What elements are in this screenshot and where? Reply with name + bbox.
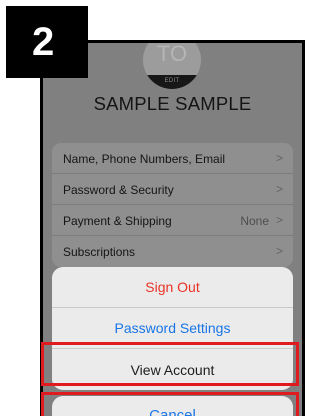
chevron-right-icon: > bbox=[275, 151, 283, 165]
chevron-right-icon: > bbox=[275, 182, 283, 196]
view-account-button[interactable]: View Account bbox=[52, 349, 293, 390]
row-label: Payment & Shipping bbox=[63, 214, 172, 228]
account-name: SAMPLE SAMPLE bbox=[93, 93, 252, 114]
avatar-edit-label[interactable]: EDIT bbox=[143, 75, 201, 89]
apple-id-screen: TO EDIT SAMPLE SAMPLE Name, Phone Number… bbox=[43, 43, 302, 416]
settings-row-subscriptions[interactable]: Subscriptions > bbox=[52, 236, 293, 267]
settings-row-name-phone-email[interactable]: Name, Phone Numbers, Email > bbox=[52, 143, 293, 174]
settings-list: Name, Phone Numbers, Email > Password & … bbox=[52, 143, 293, 267]
row-label: Password & Security bbox=[63, 183, 174, 197]
avatar[interactable]: TO EDIT bbox=[143, 43, 201, 89]
settings-row-payment-shipping[interactable]: Payment & Shipping None > bbox=[52, 205, 293, 236]
avatar-initials: TO bbox=[156, 43, 188, 66]
chevron-right-icon: > bbox=[275, 213, 283, 227]
chevron-right-icon: > bbox=[275, 244, 283, 258]
row-label: Name, Phone Numbers, Email bbox=[63, 152, 226, 166]
settings-row-password-security[interactable]: Password & Security > bbox=[52, 174, 293, 205]
password-settings-button[interactable]: Password Settings bbox=[52, 308, 293, 349]
cancel-button[interactable]: Cancel bbox=[52, 396, 293, 416]
phone-screenshot: TO EDIT SAMPLE SAMPLE Name, Phone Number… bbox=[40, 40, 305, 416]
step-number-badge: 2 bbox=[6, 6, 88, 78]
action-sheet: Sign Out Password Settings View Account bbox=[52, 267, 293, 390]
row-label: Subscriptions bbox=[63, 245, 136, 259]
row-value: None bbox=[240, 214, 269, 228]
sign-out-button[interactable]: Sign Out bbox=[52, 267, 293, 308]
